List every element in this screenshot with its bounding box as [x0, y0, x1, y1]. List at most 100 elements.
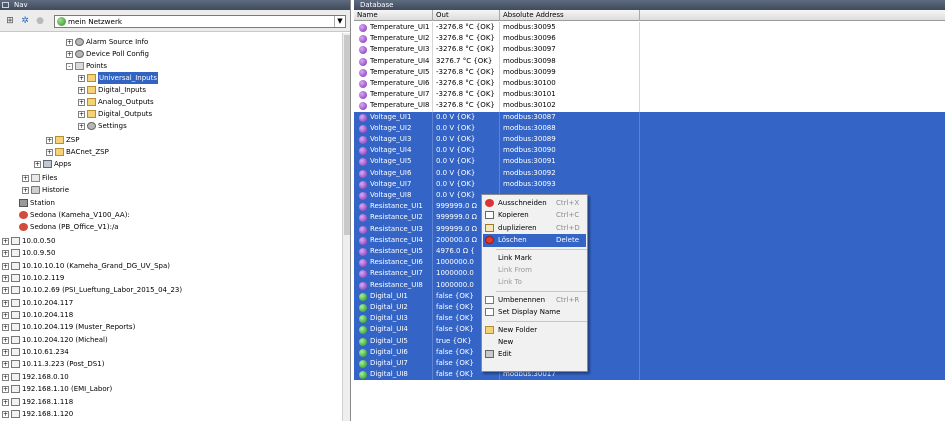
- point-icon: [359, 292, 367, 301]
- table-row[interactable]: Voltage_UI2 0.0 V {OK} modbus:30088: [354, 122, 945, 134]
- table-row[interactable]: Temperature_UI5 -3276.8 °C {OK} modbus:300…: [354, 66, 945, 78]
- tree-icon[interactable]: ⊞: [4, 15, 16, 27]
- menu-item-ausschneiden[interactable]: Ausschneiden Ctrl+X: [483, 197, 586, 209]
- table-row[interactable]: Resistance_UI4 200000.0 Ω: [354, 234, 945, 246]
- menu-item-kopieren[interactable]: Kopieren Ctrl+C: [483, 209, 586, 221]
- table-row[interactable]: Digital_UI3 false {OK}: [354, 313, 945, 325]
- files-icon: [31, 174, 40, 182]
- expand-icon[interactable]: +: [78, 111, 85, 118]
- expand-icon[interactable]: +: [34, 161, 41, 168]
- expand-icon[interactable]: +: [78, 99, 85, 106]
- table-row[interactable]: Voltage_UI4 0.0 V {OK} modbus:30090: [354, 145, 945, 157]
- pin-icon[interactable]: [2, 2, 9, 8]
- expand-icon[interactable]: +: [46, 149, 53, 156]
- table-row[interactable]: Temperature_UI3 -3276.8 °C {OK} modbus:300…: [354, 44, 945, 56]
- column-header-out[interactable]: Out: [433, 10, 500, 21]
- table-row[interactable]: Temperature_UI8 -3276.8 °C {OK} modbus:301…: [354, 100, 945, 112]
- table-row[interactable]: Temperature_UI2 -3276.8 °C {OK} modbus:300…: [354, 33, 945, 45]
- expand-icon[interactable]: +: [2, 411, 9, 418]
- host-icon: [11, 373, 20, 381]
- chevron-down-icon[interactable]: ▼: [334, 16, 345, 27]
- table-row[interactable]: Resistance_UI1 999999.0 Ω: [354, 201, 945, 213]
- table-row[interactable]: Resistance_UI7 1000000.0: [354, 268, 945, 280]
- folder-icon: [87, 86, 96, 94]
- expand-icon[interactable]: +: [2, 263, 9, 270]
- cell-name: Temperature_UI2: [354, 33, 433, 45]
- expand-icon[interactable]: +: [46, 137, 53, 144]
- table-row[interactable]: Resistance_UI5 4976.0 Ω {: [354, 246, 945, 258]
- menu-item-label: Link To: [498, 278, 522, 287]
- table-row[interactable]: Digital_UI2 false {OK}: [354, 302, 945, 314]
- expand-icon[interactable]: +: [2, 386, 9, 393]
- table-row[interactable]: Voltage_UI5 0.0 V {OK} modbus:30091: [354, 156, 945, 168]
- expand-icon[interactable]: +: [2, 337, 9, 344]
- menu-item-link-mark[interactable]: Link Mark: [483, 252, 586, 264]
- expand-icon[interactable]: +: [2, 238, 9, 245]
- table-row[interactable]: Digital_UI7 false {OK}: [354, 358, 945, 370]
- table-row[interactable]: Digital_UI1 false {OK}: [354, 290, 945, 302]
- folder-icon: [55, 136, 64, 144]
- tree-item-label: 10.0.0.50: [22, 237, 56, 245]
- table-row[interactable]: Voltage_UI6 0.0 V {OK} modbus:30092: [354, 167, 945, 179]
- expand-icon[interactable]: +: [22, 175, 29, 182]
- nav-combo[interactable]: mein Netzwerk ▼: [54, 15, 346, 28]
- expand-icon[interactable]: +: [2, 250, 9, 257]
- expand-icon[interactable]: +: [2, 287, 9, 294]
- expand-icon[interactable]: +: [2, 275, 9, 282]
- table-row[interactable]: Resistance_UI3 999999.0 Ω: [354, 223, 945, 235]
- nav-scrollbar-thumb[interactable]: [344, 35, 350, 235]
- table-row[interactable]: Temperature_UI1 -3276.8 °C {OK} modbus:300…: [354, 22, 945, 34]
- table-row[interactable]: Temperature_UI6 -3276.8 °C {OK} modbus:301…: [354, 78, 945, 90]
- cell-name: Temperature_UI1: [354, 22, 433, 34]
- expand-icon[interactable]: +: [78, 123, 85, 130]
- menu-item-new-folder[interactable]: New Folder: [483, 324, 586, 336]
- expand-icon[interactable]: +: [2, 399, 9, 406]
- menu-item-edit[interactable]: Edit: [483, 348, 586, 360]
- table-row[interactable]: Voltage_UI3 0.0 V {OK} modbus:30089: [354, 134, 945, 146]
- table-row[interactable]: Temperature_UI4 3276.7 °C {OK} modbus:3009…: [354, 55, 945, 67]
- expand-icon[interactable]: +: [2, 312, 9, 319]
- expand-icon[interactable]: +: [66, 39, 73, 46]
- table-row[interactable]: Voltage_UI1 0.0 V {OK} modbus:30087: [354, 111, 945, 123]
- table-row[interactable]: Resistance_UI2 999999.0 Ω: [354, 212, 945, 224]
- expand-icon[interactable]: +: [2, 349, 9, 356]
- column-header-name[interactable]: Name: [354, 10, 433, 21]
- column-header-address[interactable]: Absolute Address: [500, 10, 640, 21]
- cell-name: Temperature_UI3: [354, 44, 433, 56]
- expand-icon[interactable]: +: [22, 187, 29, 194]
- cell-address: modbus:30088: [500, 122, 640, 134]
- nav-title: Nav: [14, 1, 28, 9]
- menu-item-umbenennen[interactable]: Umbenennen Ctrl+R: [483, 294, 586, 306]
- cell-name: Resistance_UI7: [354, 268, 433, 280]
- table-row[interactable]: Resistance_UI8 1000000.0: [354, 279, 945, 291]
- table-row[interactable]: Resistance_UI6 1000000.0: [354, 257, 945, 269]
- point-icon: [359, 68, 367, 77]
- refresh-icon[interactable]: ✲: [19, 15, 31, 27]
- table-row[interactable]: Digital_UI4 false {OK}: [354, 324, 945, 336]
- menu-item-set-display-name[interactable]: Set Display Name: [483, 306, 586, 318]
- expand-icon[interactable]: +: [2, 300, 9, 307]
- expand-icon[interactable]: +: [66, 51, 73, 58]
- expand-icon[interactable]: +: [78, 87, 85, 94]
- point-icon: [359, 236, 367, 245]
- cell-name-text: Temperature_UI2: [370, 34, 430, 43]
- collapse-icon[interactable]: -: [66, 63, 73, 70]
- nav-scrollbar[interactable]: [342, 33, 350, 421]
- menu-item-duplizieren[interactable]: duplizieren Ctrl+D: [483, 222, 586, 234]
- expand-icon[interactable]: +: [2, 324, 9, 331]
- menu-item-shortcut: Ctrl+D: [556, 223, 580, 232]
- expand-icon[interactable]: +: [2, 361, 9, 368]
- menu-item-new[interactable]: New: [483, 336, 586, 348]
- table-row[interactable]: Voltage_UI8 0.0 V {OK}: [354, 190, 945, 202]
- table-row[interactable]: Digital_UI6 false {OK}: [354, 346, 945, 358]
- point-icon: [359, 158, 367, 167]
- table-row[interactable]: Digital_UI5 true {OK}: [354, 335, 945, 347]
- menu-item-l-schen[interactable]: Löschen Delete: [483, 234, 586, 247]
- table-row[interactable]: Temperature_UI7 -3276.8 °C {OK} modbus:301…: [354, 89, 945, 101]
- table-row[interactable]: Voltage_UI7 0.0 V {OK} modbus:30093: [354, 178, 945, 190]
- cell-address: modbus:30097: [500, 44, 640, 56]
- table-row[interactable]: Digital_UI8 false {OK} modbus:30017: [354, 369, 945, 381]
- home-icon[interactable]: ●: [34, 15, 46, 27]
- expand-icon[interactable]: +: [2, 374, 9, 381]
- expand-icon[interactable]: +: [78, 75, 85, 82]
